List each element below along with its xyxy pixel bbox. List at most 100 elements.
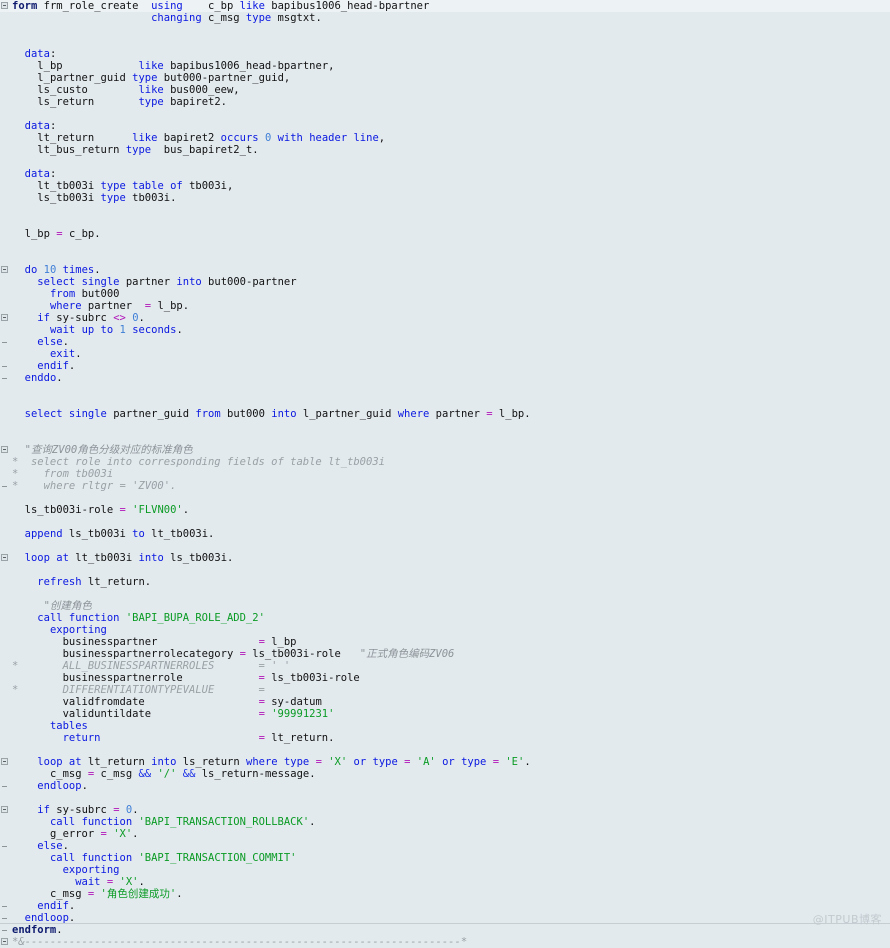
fold-box-icon[interactable] (1, 2, 8, 9)
code-line[interactable]: loop at lt_return into ls_return where t… (0, 756, 890, 768)
fold-end-marker-icon[interactable] (0, 900, 12, 912)
code-line[interactable]: tables (0, 720, 890, 732)
code-line[interactable] (0, 432, 890, 444)
code-line[interactable]: where partner = l_bp. (0, 300, 890, 312)
code-editor-pane[interactable]: form frm_role_create using c_bp like bap… (0, 0, 890, 948)
fold-collapse-icon[interactable] (0, 756, 12, 768)
code-line[interactable]: l_bp like bapibus1006_head-bpartner, (0, 60, 890, 72)
code-line[interactable]: ls_tb003i type tb003i. (0, 192, 890, 204)
code-line[interactable]: return = lt_return. (0, 732, 890, 744)
fold-end-marker-icon[interactable] (0, 840, 12, 852)
code-line[interactable]: select single partner_guid from but000 i… (0, 408, 890, 420)
code-line[interactable] (0, 492, 890, 504)
code-line[interactable]: * select role into corresponding fields … (0, 456, 890, 468)
code-line[interactable]: endform. (0, 924, 890, 936)
code-line[interactable]: endif. (0, 360, 890, 372)
code-line[interactable]: "查询ZV00角色分级对应的标准角色 (0, 444, 890, 456)
code-line[interactable]: append ls_tb003i to lt_tb003i. (0, 528, 890, 540)
code-line[interactable]: endloop. (0, 780, 890, 792)
code-line[interactable]: else. (0, 840, 890, 852)
code-line[interactable]: data: (0, 48, 890, 60)
code-line[interactable]: c_msg = c_msg && '/' && ls_return-messag… (0, 768, 890, 780)
code-line[interactable]: endif. (0, 900, 890, 912)
code-line[interactable]: if sy-subrc = 0. (0, 804, 890, 816)
code-line[interactable] (0, 396, 890, 408)
code-line[interactable]: loop at lt_tb003i into ls_tb003i. (0, 552, 890, 564)
fold-box-icon[interactable] (1, 446, 8, 453)
fold-end-marker-icon[interactable] (0, 336, 12, 348)
code-line[interactable]: c_msg = '角色创建成功'. (0, 888, 890, 900)
code-line[interactable] (0, 792, 890, 804)
fold-end-marker-icon[interactable] (0, 360, 12, 372)
code-line[interactable]: businesspartner = l_bp (0, 636, 890, 648)
fold-box-icon[interactable] (1, 758, 8, 765)
code-line[interactable]: exporting (0, 864, 890, 876)
code-line[interactable]: *&--------------------------------------… (0, 936, 890, 948)
code-line[interactable]: * from tb003i (0, 468, 890, 480)
fold-collapse-icon[interactable] (0, 312, 12, 324)
code-line[interactable] (0, 420, 890, 432)
code-line[interactable] (0, 588, 890, 600)
code-line[interactable]: * where rltgr = 'ZV00'. (0, 480, 890, 492)
code-line[interactable] (0, 564, 890, 576)
code-line[interactable]: ls_custo like bus000_eew, (0, 84, 890, 96)
code-line[interactable]: form frm_role_create using c_bp like bap… (0, 0, 890, 12)
code-line[interactable] (0, 156, 890, 168)
code-line[interactable]: changing c_msg type msgtxt. (0, 12, 890, 24)
code-line[interactable] (0, 204, 890, 216)
code-line[interactable]: data: (0, 120, 890, 132)
code-line[interactable]: do 10 times. (0, 264, 890, 276)
code-line[interactable]: call function 'BAPI_TRANSACTION_COMMIT' (0, 852, 890, 864)
fold-box-icon[interactable] (1, 266, 8, 273)
code-line[interactable]: lt_tb003i type table of tb003i, (0, 180, 890, 192)
code-line[interactable]: * ALL_BUSINESSPARTNERROLES = ' ' (0, 660, 890, 672)
code-line[interactable]: g_error = 'X'. (0, 828, 890, 840)
code-line[interactable]: l_bp = c_bp. (0, 228, 890, 240)
code-line[interactable]: if sy-subrc <> 0. (0, 312, 890, 324)
code-line[interactable]: lt_return like bapiret2 occurs 0 with he… (0, 132, 890, 144)
code-line[interactable]: l_partner_guid type but000-partner_guid, (0, 72, 890, 84)
fold-collapse-icon[interactable] (0, 552, 12, 564)
fold-box-icon[interactable] (1, 938, 8, 945)
fold-end-marker-icon[interactable] (0, 780, 12, 792)
code-line[interactable]: call function 'BAPI_TRANSACTION_ROLLBACK… (0, 816, 890, 828)
fold-collapse-icon[interactable] (0, 444, 12, 456)
code-line[interactable]: wait up to 1 seconds. (0, 324, 890, 336)
fold-collapse-icon[interactable] (0, 804, 12, 816)
fold-box-icon[interactable] (1, 554, 8, 561)
code-line[interactable]: validfromdate = sy-datum (0, 696, 890, 708)
fold-collapse-icon[interactable] (0, 936, 12, 948)
code-line[interactable]: "创建角色 (0, 600, 890, 612)
code-line[interactable]: businesspartnerrole = ls_tb003i-role (0, 672, 890, 684)
fold-box-icon[interactable] (1, 314, 8, 321)
code-line[interactable]: * DIFFERENTIATIONTYPEVALUE = (0, 684, 890, 696)
code-line[interactable] (0, 36, 890, 48)
fold-box-icon[interactable] (1, 806, 8, 813)
code-lines-container[interactable]: form frm_role_create using c_bp like bap… (0, 0, 890, 948)
code-line[interactable] (0, 540, 890, 552)
code-line[interactable]: data: (0, 168, 890, 180)
fold-collapse-icon[interactable] (0, 0, 12, 12)
code-line[interactable]: validuntildate = '99991231' (0, 708, 890, 720)
code-line[interactable] (0, 216, 890, 228)
code-line[interactable] (0, 744, 890, 756)
code-line[interactable]: refresh lt_return. (0, 576, 890, 588)
code-line[interactable] (0, 384, 890, 396)
fold-end-marker-icon[interactable] (0, 480, 12, 492)
code-line[interactable]: exporting (0, 624, 890, 636)
code-line[interactable]: businesspartnerrolecategory = ls_tb003i-… (0, 648, 890, 660)
code-line[interactable]: select single partner into but000-partne… (0, 276, 890, 288)
code-line[interactable]: ls_tb003i-role = 'FLVN00'. (0, 504, 890, 516)
code-line[interactable]: lt_bus_return type bus_bapiret2_t. (0, 144, 890, 156)
fold-collapse-icon[interactable] (0, 264, 12, 276)
code-line[interactable]: else. (0, 336, 890, 348)
code-line[interactable]: ls_return type bapiret2. (0, 96, 890, 108)
code-line[interactable] (0, 516, 890, 528)
code-line[interactable]: exit. (0, 348, 890, 360)
code-line[interactable]: call function 'BAPI_BUPA_ROLE_ADD_2' (0, 612, 890, 624)
code-line[interactable]: enddo. (0, 372, 890, 384)
fold-end-marker-icon[interactable] (0, 372, 12, 384)
code-line[interactable]: wait = 'X'. (0, 876, 890, 888)
code-line[interactable] (0, 252, 890, 264)
code-line[interactable] (0, 24, 890, 36)
